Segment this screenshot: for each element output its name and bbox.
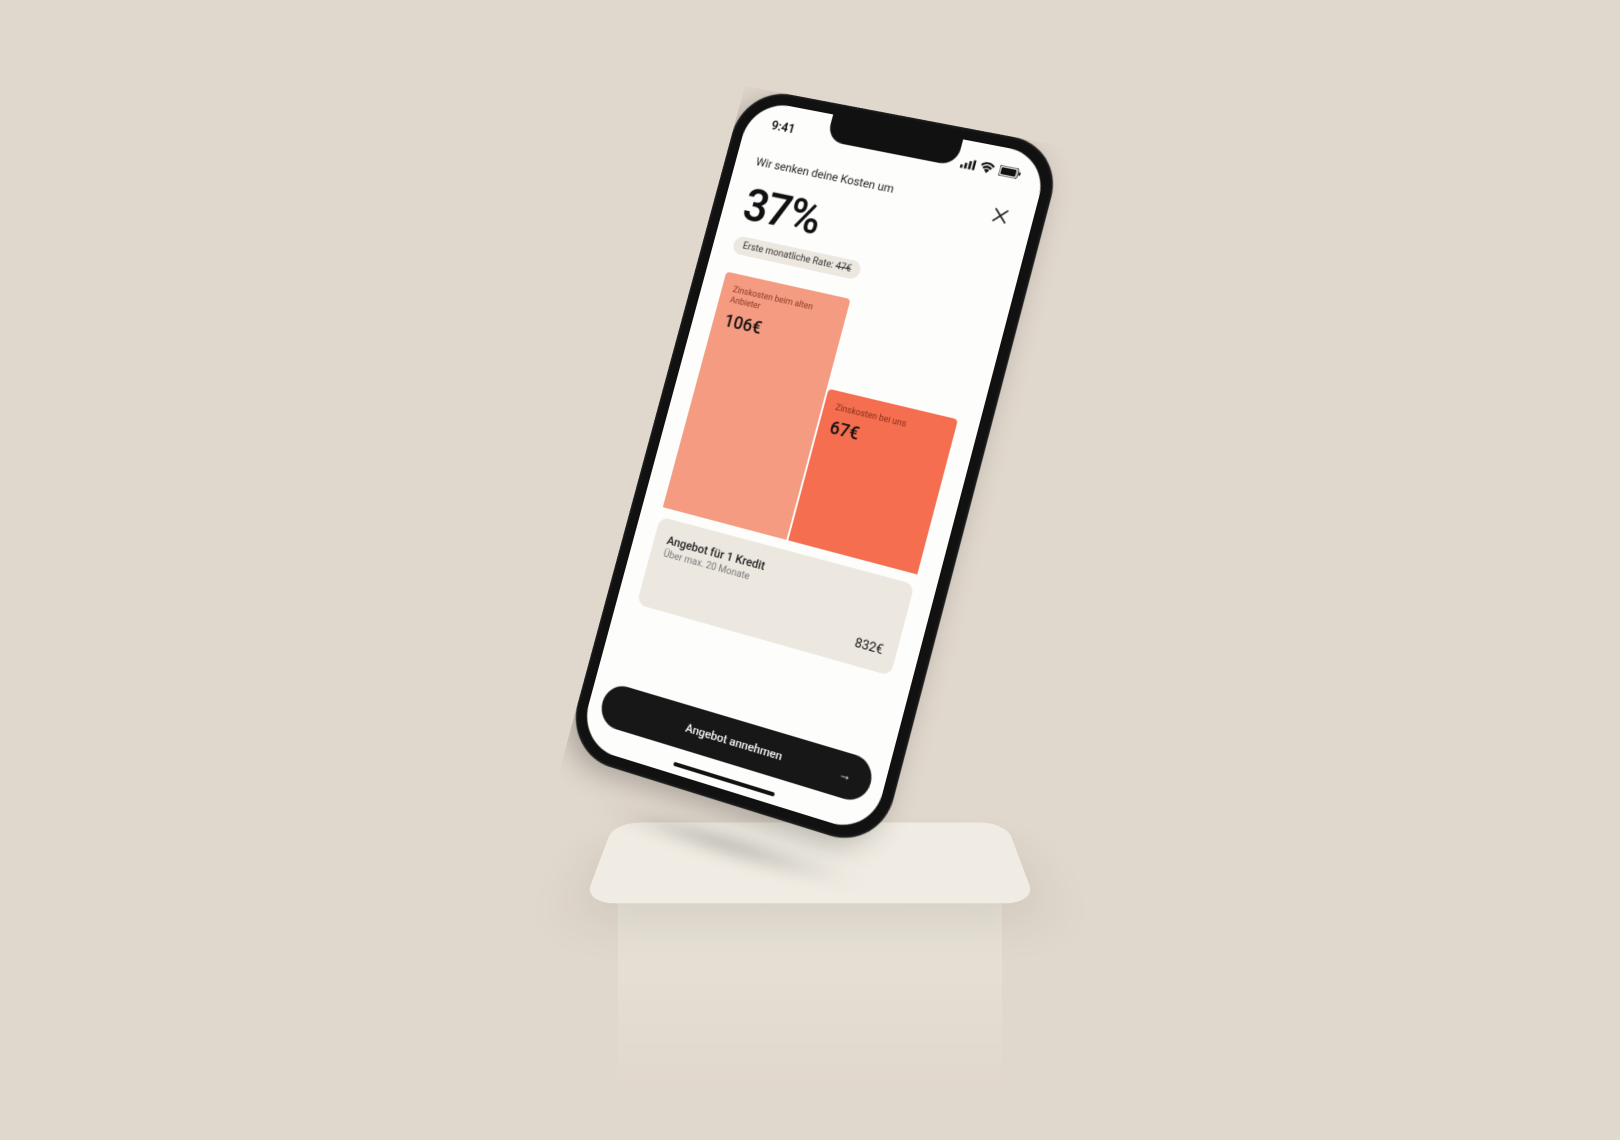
bar-new-label: Zinskosten bei uns [834,402,944,439]
close-button[interactable] [987,202,1014,230]
bar-new-value: 67€ [827,417,939,463]
arrow-right-icon: → [837,766,854,786]
battery-icon [998,164,1022,179]
cost-comparison-chart: Zinskosten beim alten Anbieter 106€ Zins… [663,272,982,575]
status-time: 9:41 [770,118,797,137]
phone-mockup: 9:41 Wir senken deine Kosten um 37% [557,69,1063,841]
offer-amount: 832€ [653,580,885,658]
offer-card[interactable]: Angebot für 1 Kredit Über max. 20 Monate… [637,517,915,676]
pedestal-front [618,880,1002,1140]
chip-strike-value: 47€ [834,261,852,275]
scene: 9:41 Wir senken deine Kosten um 37% [0,0,1620,1080]
